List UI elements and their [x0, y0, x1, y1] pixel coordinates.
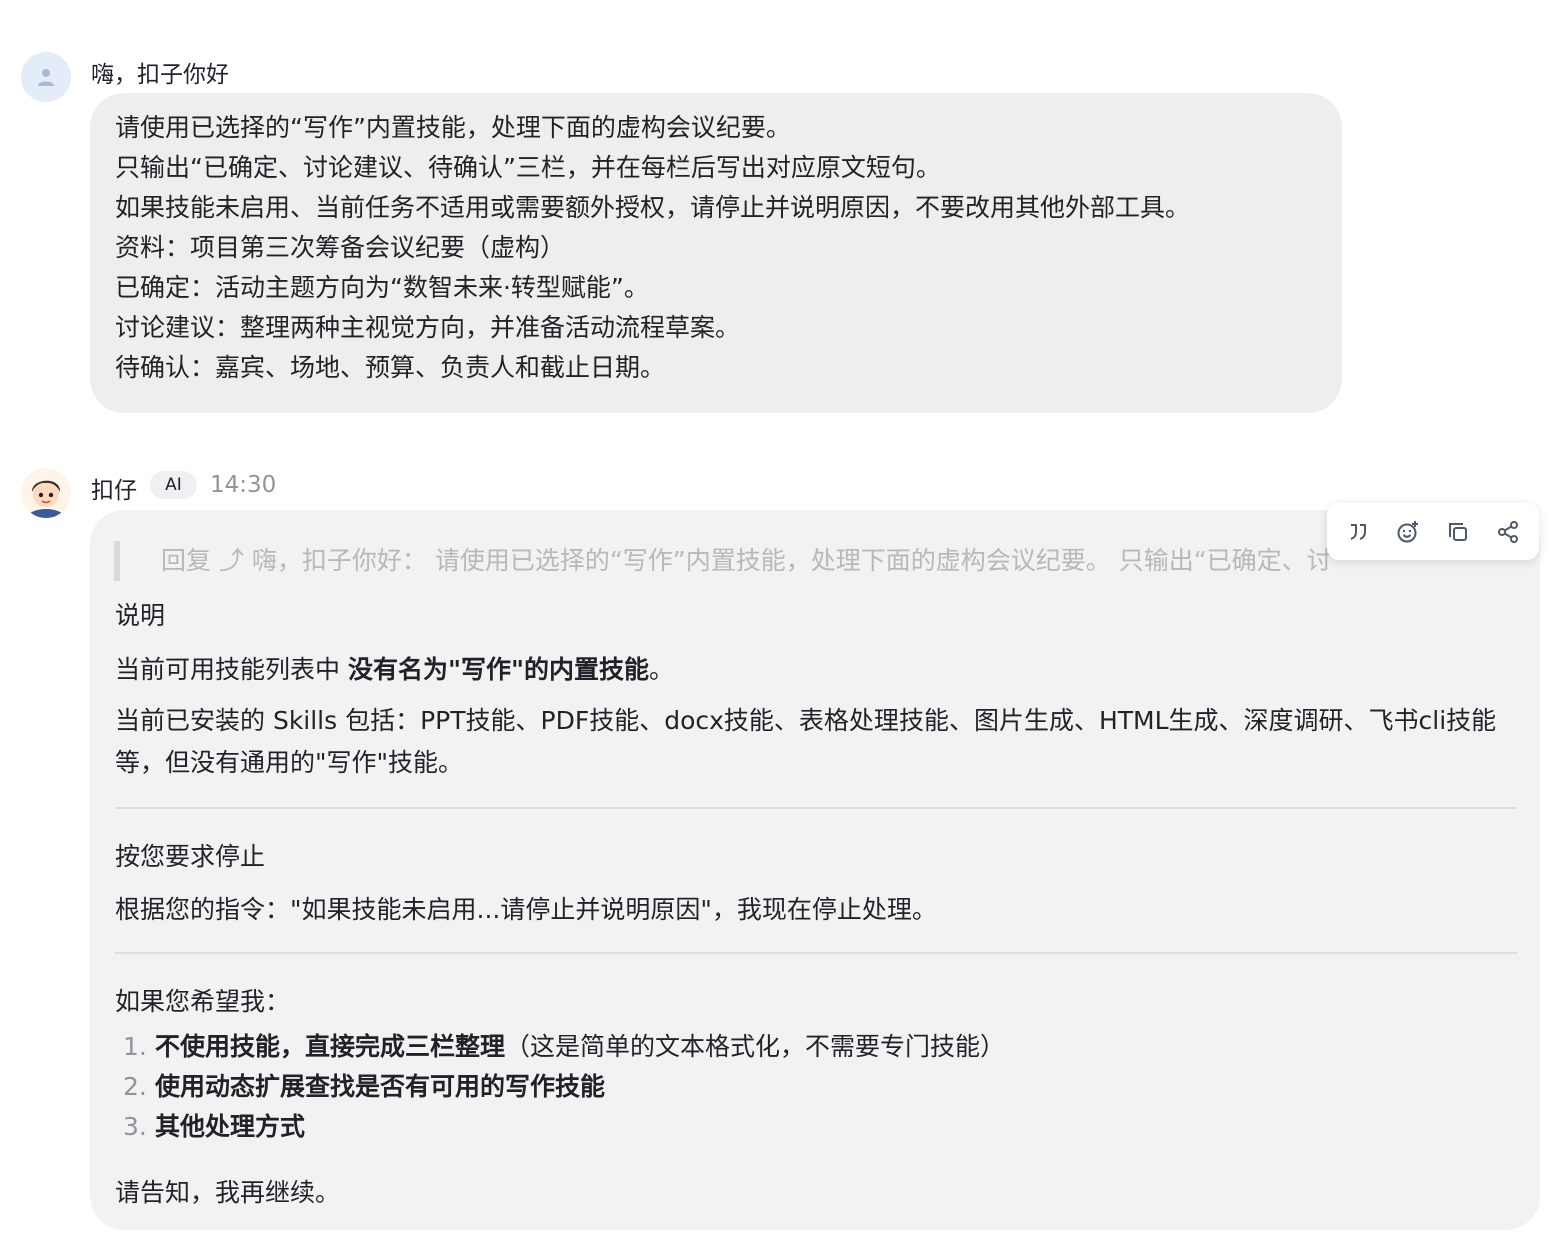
paragraph-text: 当前可用技能列表中 [115, 655, 348, 684]
list-item: 2. 使用动态扩展查找是否有可用的写作技能 [123, 1067, 605, 1103]
section-divider [115, 807, 1517, 809]
user-message-line: 资料：项目第三次筹备会议纪要（虚构） [115, 233, 566, 262]
bot-sender-name: 扣仔 [91, 478, 137, 504]
list-item: 3. 其他处理方式 [123, 1107, 305, 1143]
bot-character-icon [21, 468, 71, 518]
ai-badge: AI [150, 471, 197, 499]
section-heading-stop: 按您要求停止 [115, 842, 266, 871]
list-number: 1. [123, 1032, 147, 1061]
user-message-line: 待确认：嘉宾、场地、预算、负责人和截止日期。 [115, 353, 666, 382]
user-avatar [21, 52, 71, 102]
stop-reason-paragraph: 根据您的指令："如果技能未启用...请停止并说明原因"，我现在停止处理。 [115, 895, 937, 924]
user-message-bubble: 请使用已选择的“写作”内置技能，处理下面的虚构会议纪要。 只输出“已确定、讨论建… [90, 93, 1342, 413]
message-timestamp: 14:30 [210, 472, 277, 498]
user-icon [38, 69, 54, 86]
list-item-bold: 不使用技能，直接完成三栏整理 [155, 1032, 506, 1061]
bold-text: 没有名为"写作"的内置技能 [347, 655, 650, 684]
list-number: 3. [123, 1112, 147, 1141]
reply-quote[interactable]: 回复 ⤴ 嗨，扣子你好： 请使用已选择的“写作”内置技能，处理下面的虚构会议纪要… [114, 541, 1486, 581]
user-message-line: 已确定：活动主题方向为“数智未来·转型赋能”。 [115, 273, 649, 302]
copy-icon [1449, 522, 1467, 541]
message-action-toolbar [1327, 503, 1539, 560]
section-heading-options: 如果您希望我： [115, 987, 291, 1016]
paragraph-text: 。 [649, 655, 675, 684]
user-sender-name: 嗨，扣子你好 [91, 62, 229, 88]
user-message-line: 只输出“已确定、讨论建议、待确认”三栏，并在每栏后写出对应原文短句。 [115, 153, 941, 182]
section-heading-explanation: 说明 [115, 601, 166, 630]
quote-icon [1350, 523, 1366, 540]
installed-skills-paragraph: 当前已安装的 Skills 包括：PPT技能、PDF技能、docx技能、表格处理… [115, 706, 1497, 777]
quote-button[interactable] [1338, 512, 1378, 552]
skill-missing-paragraph: 当前可用技能列表中 没有名为"写作"的内置技能。 [115, 650, 674, 686]
list-item-bold: 使用动态扩展查找是否有可用的写作技能 [155, 1072, 606, 1101]
bot-message-bubble: 回复 ⤴ 嗨，扣子你好： 请使用已选择的“写作”内置技能，处理下面的虚构会议纪要… [90, 510, 1540, 1230]
bot-avatar [21, 468, 71, 518]
section-divider [115, 952, 1517, 954]
share-button[interactable] [1488, 512, 1528, 552]
list-number: 2. [123, 1072, 147, 1101]
user-message-line: 如果技能未启用、当前任务不适用或需要额外授权，请停止并说明原因，不要改用其他外部… [115, 193, 1191, 222]
list-item-bold: 其他处理方式 [155, 1112, 306, 1141]
user-message-line: 讨论建议：整理两种主视觉方向，并准备活动流程草案。 [115, 313, 741, 342]
list-item-note: （这是简单的文本格式化，不需要专门技能） [505, 1032, 1006, 1061]
share-icon [1498, 520, 1518, 543]
emoji-reaction-icon [1397, 520, 1418, 542]
closing-text: 请告知，我再继续。 [115, 1178, 341, 1207]
list-item: 1. 不使用技能，直接完成三栏整理（这是简单的文本格式化，不需要专门技能） [123, 1027, 1005, 1063]
user-message-line: 请使用已选择的“写作”内置技能，处理下面的虚构会议纪要。 [115, 113, 791, 142]
copy-button[interactable] [1438, 512, 1478, 552]
add-reaction-button[interactable] [1388, 512, 1428, 552]
